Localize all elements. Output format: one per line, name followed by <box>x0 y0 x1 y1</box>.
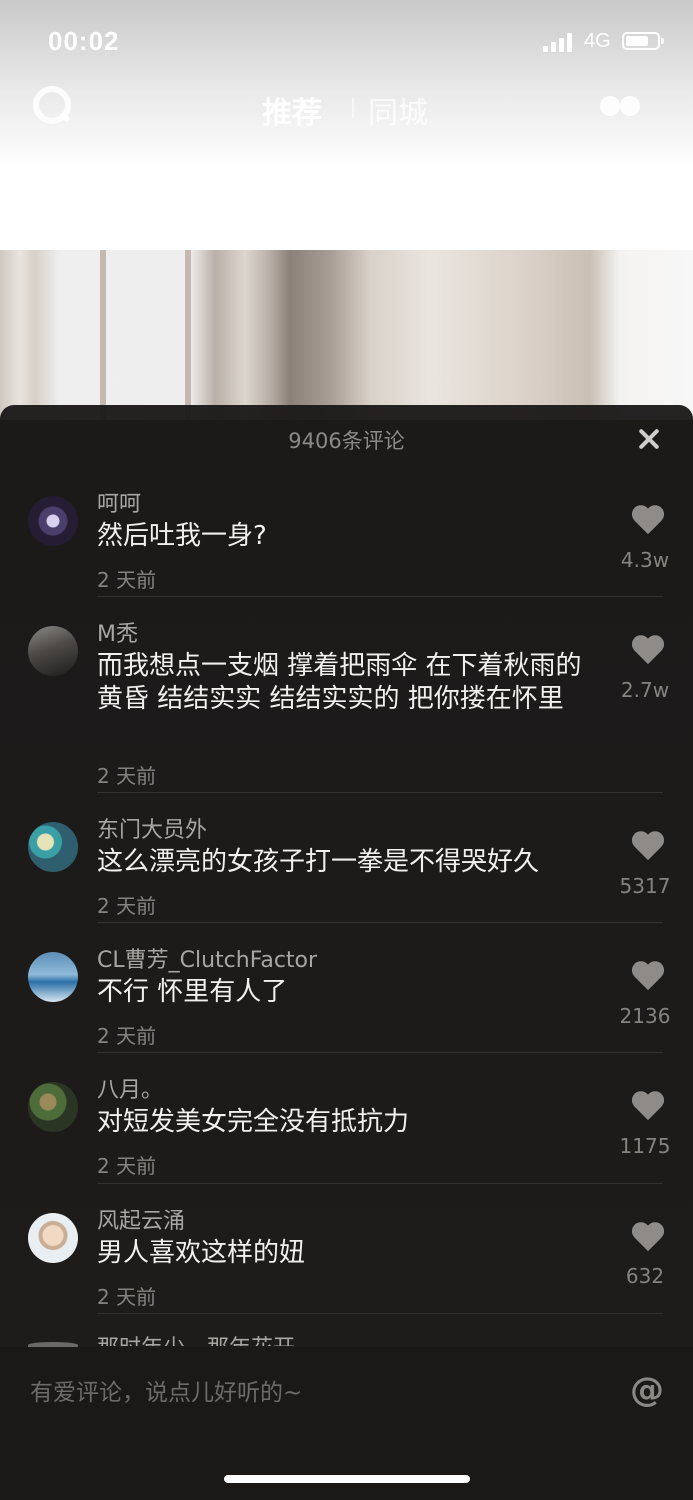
battery-icon <box>622 32 664 50</box>
comment-input[interactable] <box>30 1375 590 1411</box>
like-count: 1175 <box>619 1134 671 1158</box>
comment-time: 2 天前 <box>97 1024 157 1048</box>
scene-pillar <box>185 250 191 420</box>
comment-count-title: 9406条评论 <box>288 429 405 453</box>
comment-divider <box>97 1052 663 1053</box>
avatar[interactable] <box>28 822 78 872</box>
like-count: 5317 <box>619 874 671 898</box>
comment-username[interactable]: CL曹芳_ClutchFactor <box>97 942 317 974</box>
home-indicator[interactable] <box>224 1475 470 1483</box>
like-count: 4.3w <box>620 548 670 572</box>
comment-text[interactable]: 这么漂亮的女孩子打一拳是不得哭好久 <box>97 846 597 879</box>
at-icon[interactable]: @ <box>630 1370 668 1410</box>
heart-icon[interactable] <box>630 1092 666 1124</box>
search-icon[interactable] <box>33 86 71 124</box>
comment-time: 2 天前 <box>97 1154 157 1178</box>
avatar[interactable] <box>28 952 78 1002</box>
comment-username[interactable]: 东门大员外 <box>97 812 207 844</box>
avatar[interactable] <box>28 496 78 546</box>
status-bar: 00:02 4G <box>0 0 693 84</box>
signal-icon <box>543 32 577 52</box>
heart-icon[interactable] <box>630 962 666 994</box>
comment-divider <box>97 1313 663 1314</box>
tab-separator <box>352 98 354 118</box>
comment-divider <box>97 922 663 923</box>
more-dots-icon[interactable] <box>600 96 644 118</box>
comment-text[interactable]: 对短发美女完全没有抵抗力 <box>97 1106 597 1139</box>
comment-time: 2 天前 <box>97 894 157 918</box>
status-time: 00:02 <box>48 26 120 56</box>
tab-local[interactable]: 同城 <box>368 88 428 132</box>
avatar[interactable] <box>28 1213 78 1263</box>
heart-icon[interactable] <box>630 636 666 668</box>
close-icon[interactable] <box>634 424 664 454</box>
tab-recommend[interactable]: 推荐 <box>262 88 322 132</box>
comment-time: 2 天前 <box>97 568 157 592</box>
comment-text[interactable]: 不行 怀里有人了 <box>97 976 597 1009</box>
comment-time: 2 天前 <box>97 1285 157 1309</box>
comment-divider <box>97 792 663 793</box>
comment-text[interactable]: 然后吐我一身? <box>97 520 597 553</box>
comment-divider <box>97 596 663 597</box>
comment-username[interactable]: 八月。 <box>97 1072 163 1104</box>
heart-icon[interactable] <box>630 1223 666 1255</box>
comment-text[interactable]: 而我想点一支烟 撑着把雨伞 在下着秋雨的黄昏 结结实实 结结实实的 把你搂在怀里 <box>97 650 597 716</box>
comment-divider <box>97 1183 663 1184</box>
comment-username[interactable]: 风起云涌 <box>97 1203 185 1235</box>
like-count: 2136 <box>619 1004 671 1028</box>
comment-username[interactable]: M秃 <box>97 616 138 648</box>
like-count: 2.7w <box>620 678 670 702</box>
comment-time: 2 天前 <box>97 764 157 788</box>
like-count: 632 <box>625 1264 665 1288</box>
network-label: 4G <box>584 30 611 52</box>
avatar[interactable] <box>28 626 78 676</box>
comment-username[interactable]: 呵呵 <box>97 486 141 518</box>
avatar[interactable] <box>28 1082 78 1132</box>
comment-text[interactable]: 男人喜欢这样的妞 <box>97 1237 597 1270</box>
heart-icon[interactable] <box>630 832 666 864</box>
heart-icon[interactable] <box>630 506 666 538</box>
scene-pillar <box>100 250 106 420</box>
comment-username[interactable]: 那时年少，那年花开 <box>97 1330 295 1346</box>
